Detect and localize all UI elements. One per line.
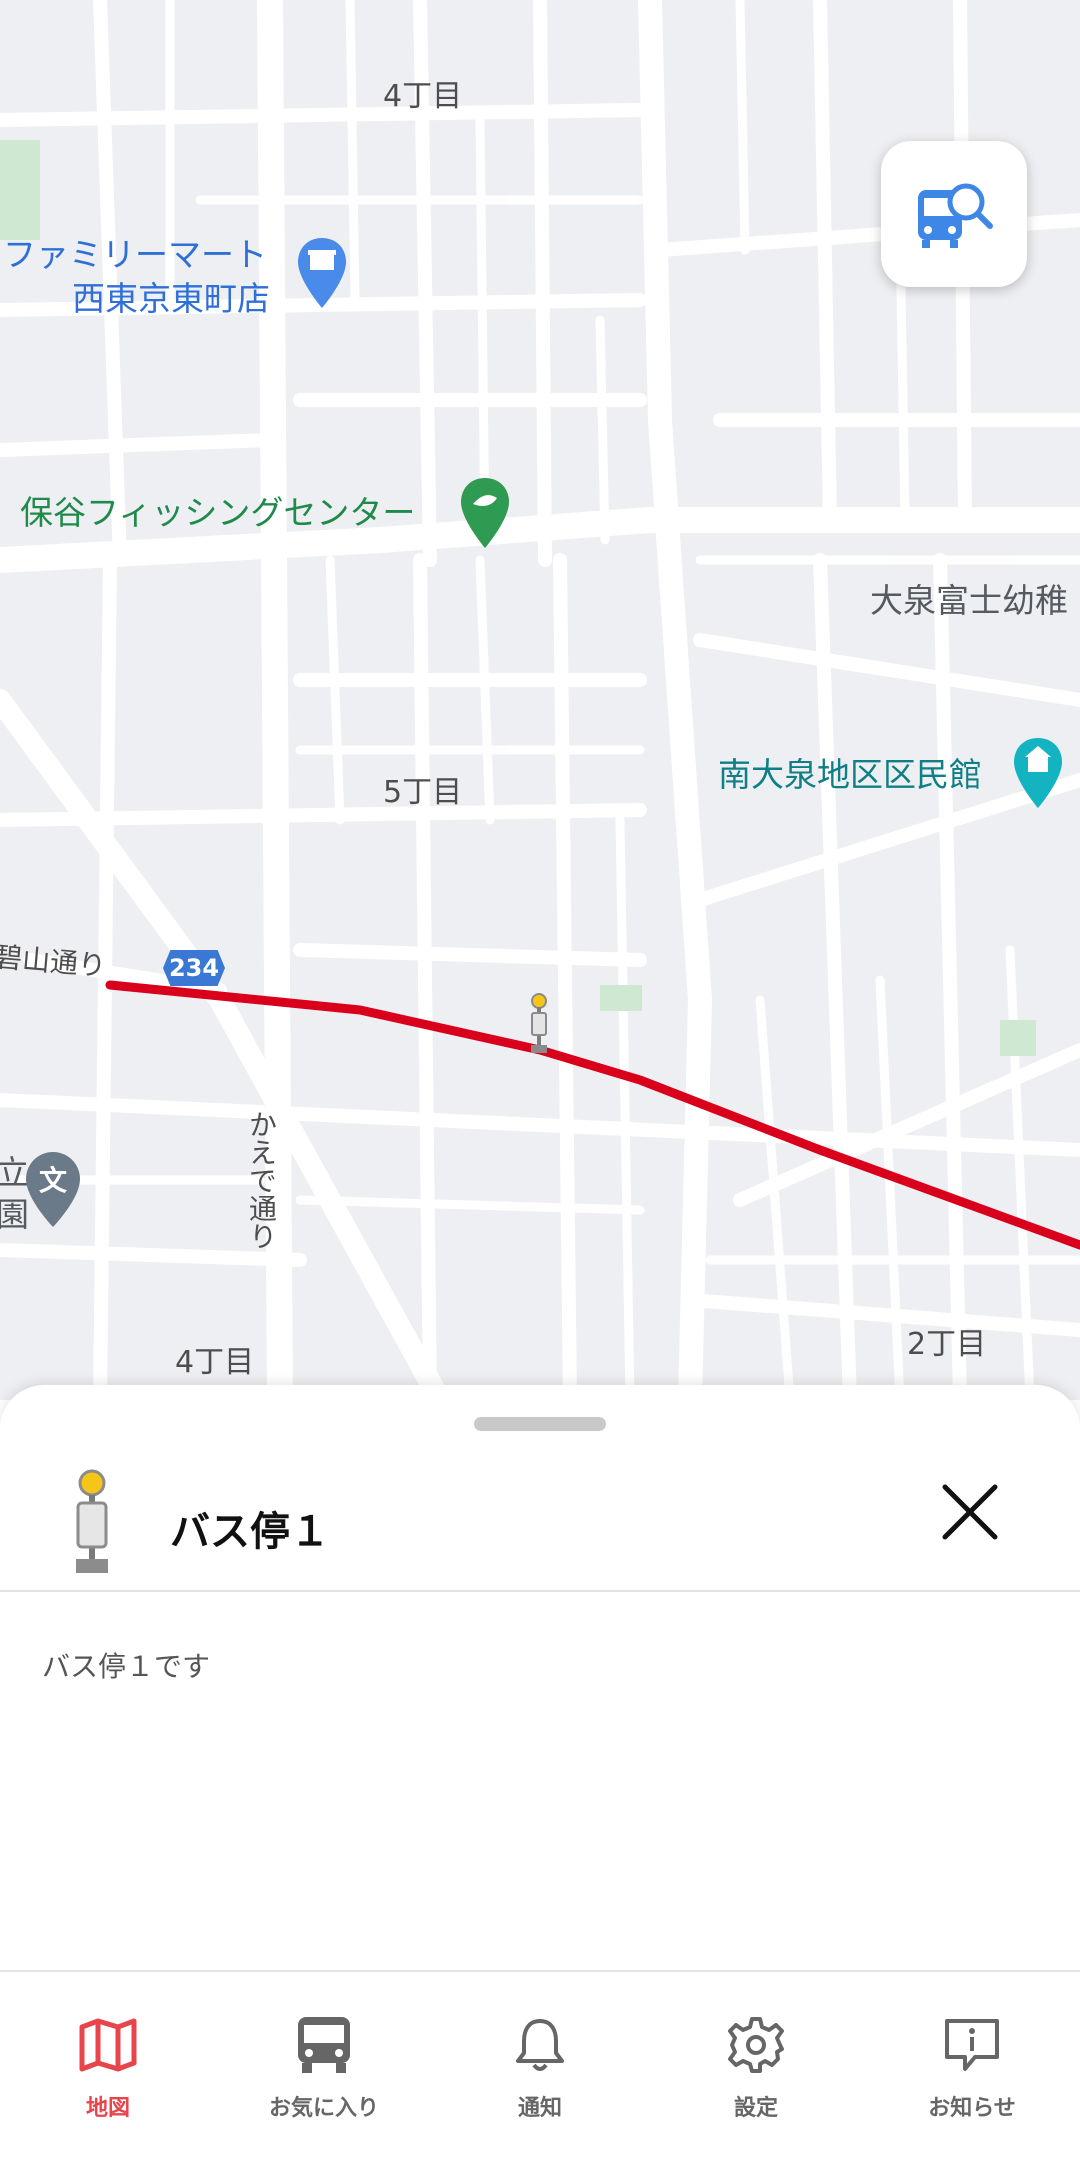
route-234-shield: 234 — [163, 950, 225, 986]
map-label-hoya-fishing[interactable]: 保谷フィッシングセンター — [20, 496, 415, 529]
gear-icon — [723, 2012, 789, 2078]
map-label-5chome: 5丁目 — [383, 775, 463, 810]
close-icon[interactable] — [935, 1477, 1005, 1547]
school-pin-label: 文 — [39, 1164, 67, 1197]
nav-item-news[interactable]: お知らせ — [864, 1972, 1080, 2175]
bottom-navigation: 地図 お気に入り 通知 設定 お知らせ — [0, 1970, 1080, 2175]
map-label-4chome-bottom: 4丁目 — [175, 1345, 255, 1380]
map-label-familymart[interactable]: ファミリーマート — [3, 238, 267, 271]
bus-search-icon — [918, 183, 993, 248]
nav-item-favorites[interactable]: お気に入り — [216, 1972, 432, 2175]
community-hall-pin-icon[interactable] — [1012, 736, 1064, 812]
map-label-familymart-branch[interactable]: 西東京東町店 — [72, 282, 270, 315]
map-label-4chome-top: 4丁目 — [383, 79, 463, 114]
convenience-store-pin-icon[interactable] — [296, 236, 348, 312]
sheet-grab-handle[interactable] — [474, 1417, 606, 1431]
nav-item-settings[interactable]: 設定 — [648, 1972, 864, 2175]
bus-search-button[interactable] — [881, 141, 1027, 287]
nav-label-settings: 設定 — [733, 2096, 778, 2121]
sheet-divider — [0, 1590, 1080, 1592]
nav-item-map[interactable]: 地図 — [0, 1972, 216, 2175]
nav-label-notifications: 通知 — [517, 2096, 562, 2121]
fishing-pin-icon[interactable] — [459, 476, 511, 552]
nav-label-favorites: お気に入り — [268, 2096, 379, 2121]
map-label-oizumi-fuji-kindergarten[interactable]: 大泉富士幼稚 — [870, 584, 1068, 617]
nav-label-news: お知らせ — [928, 2096, 1016, 2121]
map-label-hekizan-road: 碧山通り — [0, 940, 108, 983]
bus-stop-marker-icon[interactable] — [527, 993, 551, 1055]
nav-item-notifications[interactable]: 通知 — [432, 1972, 648, 2175]
map-label-kaede-road: かえで通り — [245, 1110, 278, 1250]
bell-icon — [507, 2012, 573, 2078]
map-label-minami-oizumi-hall[interactable]: 南大泉地区区民館 — [718, 758, 982, 791]
map-label-2chome: 2丁目 — [907, 1327, 987, 1362]
school-pin-icon[interactable]: 文 — [24, 1150, 82, 1230]
map-icon — [75, 2012, 141, 2078]
map-view[interactable]: 4丁目 ファミリーマート 西東京東町店 保谷フィッシングセンター 大泉富士幼稚 … — [0, 0, 1080, 1400]
bus-stop-detail-sheet: バス停１ バス停１です — [0, 1385, 1080, 1970]
bus-stop-description: バス停１です — [42, 1650, 211, 1683]
bus-stop-icon — [76, 1469, 108, 1573]
info-bubble-icon — [939, 2012, 1005, 2078]
bus-stop-title: バス停１ — [170, 1509, 330, 1555]
nav-label-map: 地図 — [85, 2096, 130, 2121]
bus-icon — [291, 2012, 357, 2078]
sheet-header: バス停１ — [0, 1455, 1080, 1590]
